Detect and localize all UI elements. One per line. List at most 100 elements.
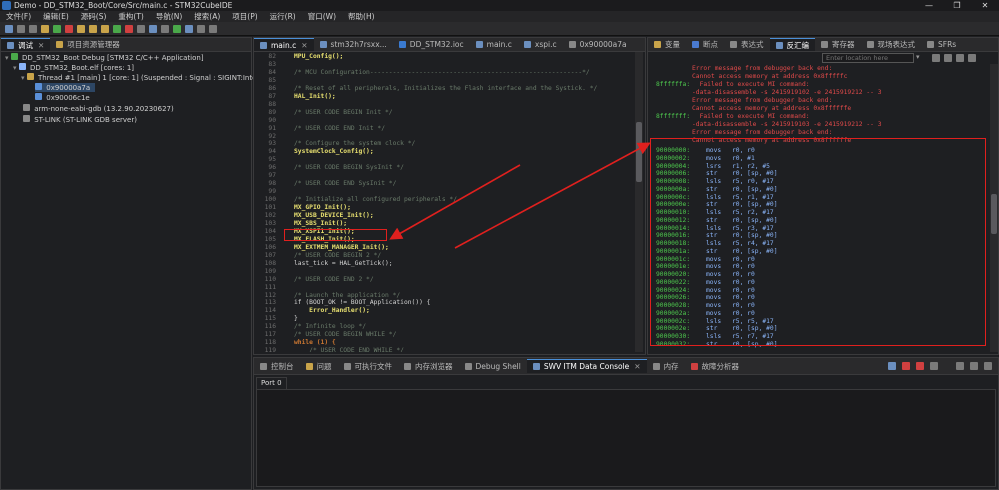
menu-refactor[interactable]: 重构(T)	[112, 11, 149, 22]
menu-help[interactable]: 帮助(H)	[342, 11, 381, 22]
toolbar	[0, 22, 999, 36]
code-line: /* Infinite loop */	[294, 323, 367, 331]
tree-stlink[interactable]: ST-LINK (ST-LINK GDB server)	[23, 115, 137, 124]
menu-icon[interactable]	[968, 54, 976, 62]
code-line: MX_GPIO_Init();	[294, 204, 351, 212]
terminate-icon[interactable]	[125, 24, 133, 33]
resume-icon[interactable]	[113, 24, 121, 33]
forward-icon[interactable]	[209, 24, 217, 33]
tab-disassembly[interactable]: 反汇编	[769, 38, 815, 51]
close-icon[interactable]: ✕	[38, 39, 44, 52]
code-line: MX_EXTMEM_MANAGER_Init();	[294, 243, 389, 251]
disassembly-scrollbar-thumb[interactable]	[991, 194, 997, 234]
tab-problems[interactable]: 问题	[300, 360, 338, 373]
tab-live-expressions[interactable]: 现场表达式	[861, 38, 922, 51]
menu-navigate[interactable]: 导航(N)	[150, 11, 188, 22]
external-tools-icon[interactable]	[185, 24, 193, 33]
tab-debug[interactable]: 调试 ✕	[1, 38, 51, 52]
start-trace-icon[interactable]	[902, 362, 910, 370]
tree-gdb[interactable]: arm-none-eabi-gdb (13.2.90.20230627)	[23, 104, 174, 113]
tab-breakpoints[interactable]: 断点	[686, 38, 724, 51]
stack-frame-icon	[35, 93, 42, 100]
app-icon	[2, 1, 11, 10]
minimize-button[interactable]: —	[915, 0, 943, 11]
menu-window[interactable]: 窗口(W)	[302, 11, 342, 22]
tab-port-0[interactable]: Port 0	[256, 377, 287, 389]
disconnect-icon[interactable]	[137, 24, 145, 33]
tab-sfrs[interactable]: SFRs	[921, 38, 962, 51]
tab-memory-browser[interactable]: 内存浏览器	[398, 360, 459, 373]
tab-main-c[interactable]: main.c ✕	[254, 38, 314, 52]
tab-registers[interactable]: 寄存器	[815, 38, 861, 51]
code-area[interactable]: 82 MPU_Config(); 83 84 /* MCU Configuration-…	[254, 52, 634, 352]
editor-scrollbar[interactable]	[635, 52, 643, 352]
menu-run[interactable]: 运行(R)	[264, 11, 302, 22]
code-line: /* USER CODE END WHILE */	[294, 347, 404, 352]
tab-address[interactable]: 0x90000a7a	[563, 38, 633, 51]
tab-expressions[interactable]: 表达式	[724, 38, 770, 51]
run-icon[interactable]	[173, 24, 181, 33]
pin-icon[interactable]	[956, 362, 964, 370]
step-return-icon[interactable]	[101, 24, 109, 33]
settings-icon[interactable]	[161, 24, 169, 33]
tab-swv-itm-console[interactable]: SWV ITM Data Console ✕	[526, 359, 647, 373]
c-file-icon	[523, 41, 531, 48]
maximize-button[interactable]: ❐	[943, 0, 971, 11]
line-number: 117	[264, 331, 276, 339]
tab-project-explorer[interactable]: 项目资源管理器	[50, 38, 126, 51]
line-number: 113	[264, 299, 276, 307]
stop-icon[interactable]	[65, 24, 73, 33]
search-icon[interactable]	[149, 24, 157, 33]
variables-icon	[654, 41, 661, 48]
menu-edit[interactable]: 编辑(E)	[37, 11, 75, 22]
save-icon[interactable]	[17, 24, 25, 33]
save-all-icon[interactable]	[29, 24, 37, 33]
chevron-down-icon[interactable]: ▾	[916, 53, 920, 61]
tab-xspi-c[interactable]: xspi.c	[518, 38, 563, 51]
tab-main-c-2[interactable]: main.c	[470, 38, 518, 51]
line-number: 119	[264, 347, 276, 352]
minimize-view-icon[interactable]	[970, 362, 978, 370]
tab-debug-shell[interactable]: Debug Shell	[459, 360, 527, 373]
menu-source[interactable]: 源码(S)	[75, 11, 113, 22]
tab-executables[interactable]: 可执行文件	[338, 360, 399, 373]
tab-fault-analyzer[interactable]: 故障分析器	[685, 360, 746, 373]
step-into-icon[interactable]	[77, 24, 85, 33]
line-number: 115	[264, 315, 276, 323]
debug-icon[interactable]	[53, 24, 61, 33]
tab-ioc[interactable]: DD_STM32.ioc	[393, 38, 470, 51]
tree-thread[interactable]: ▾ Thread #1 [main] 1 [core: 1] (Suspende…	[21, 73, 276, 82]
tree-elf[interactable]: ▾ DD_STM32_Boot.elf [cores: 1]	[13, 63, 134, 72]
menu-file[interactable]: 文件(F)	[0, 11, 37, 22]
close-icon[interactable]: ✕	[634, 360, 640, 373]
step-over-icon[interactable]	[89, 24, 97, 33]
location-input[interactable]	[822, 53, 914, 63]
back-icon[interactable]	[197, 24, 205, 33]
close-button[interactable]: ✕	[971, 0, 999, 11]
editor-scrollbar-thumb[interactable]	[636, 122, 642, 182]
stop-trace-icon[interactable]	[916, 362, 924, 370]
itm-console-output[interactable]	[256, 389, 996, 487]
tab-variables[interactable]: 变量	[648, 38, 686, 51]
tab-stm32h7rsxx[interactable]: stm32h7rsxx...	[314, 38, 393, 51]
go-icon[interactable]	[932, 54, 940, 62]
refresh-icon[interactable]	[956, 54, 964, 62]
menu-search[interactable]: 搜索(A)	[188, 11, 226, 22]
tree-launch-config[interactable]: ▾ DD_STM32_Boot Debug [STM32 C/C++ Appli…	[5, 53, 204, 62]
code-line: last_tick = HAL_GetTick();	[294, 259, 393, 267]
elf-icon	[18, 63, 26, 70]
build-icon[interactable]	[41, 24, 49, 33]
fault-analyzer-icon	[690, 362, 698, 370]
close-icon[interactable]: ✕	[301, 39, 307, 52]
link-icon[interactable]	[944, 54, 952, 62]
disassembly-scrollbar[interactable]	[990, 64, 998, 352]
tree-frame[interactable]: 0x90006c1e	[35, 93, 90, 102]
tab-console[interactable]: 控制台	[254, 360, 300, 373]
maximize-view-icon[interactable]	[984, 362, 992, 370]
configure-trace-icon[interactable]	[888, 362, 896, 370]
tree-frame-selected[interactable]: 0x90000a7a	[35, 83, 95, 92]
clear-icon[interactable]	[930, 362, 938, 370]
tab-memory[interactable]: 内存	[647, 360, 685, 373]
menu-project[interactable]: 项目(P)	[226, 11, 263, 22]
new-file-icon[interactable]	[5, 24, 13, 33]
